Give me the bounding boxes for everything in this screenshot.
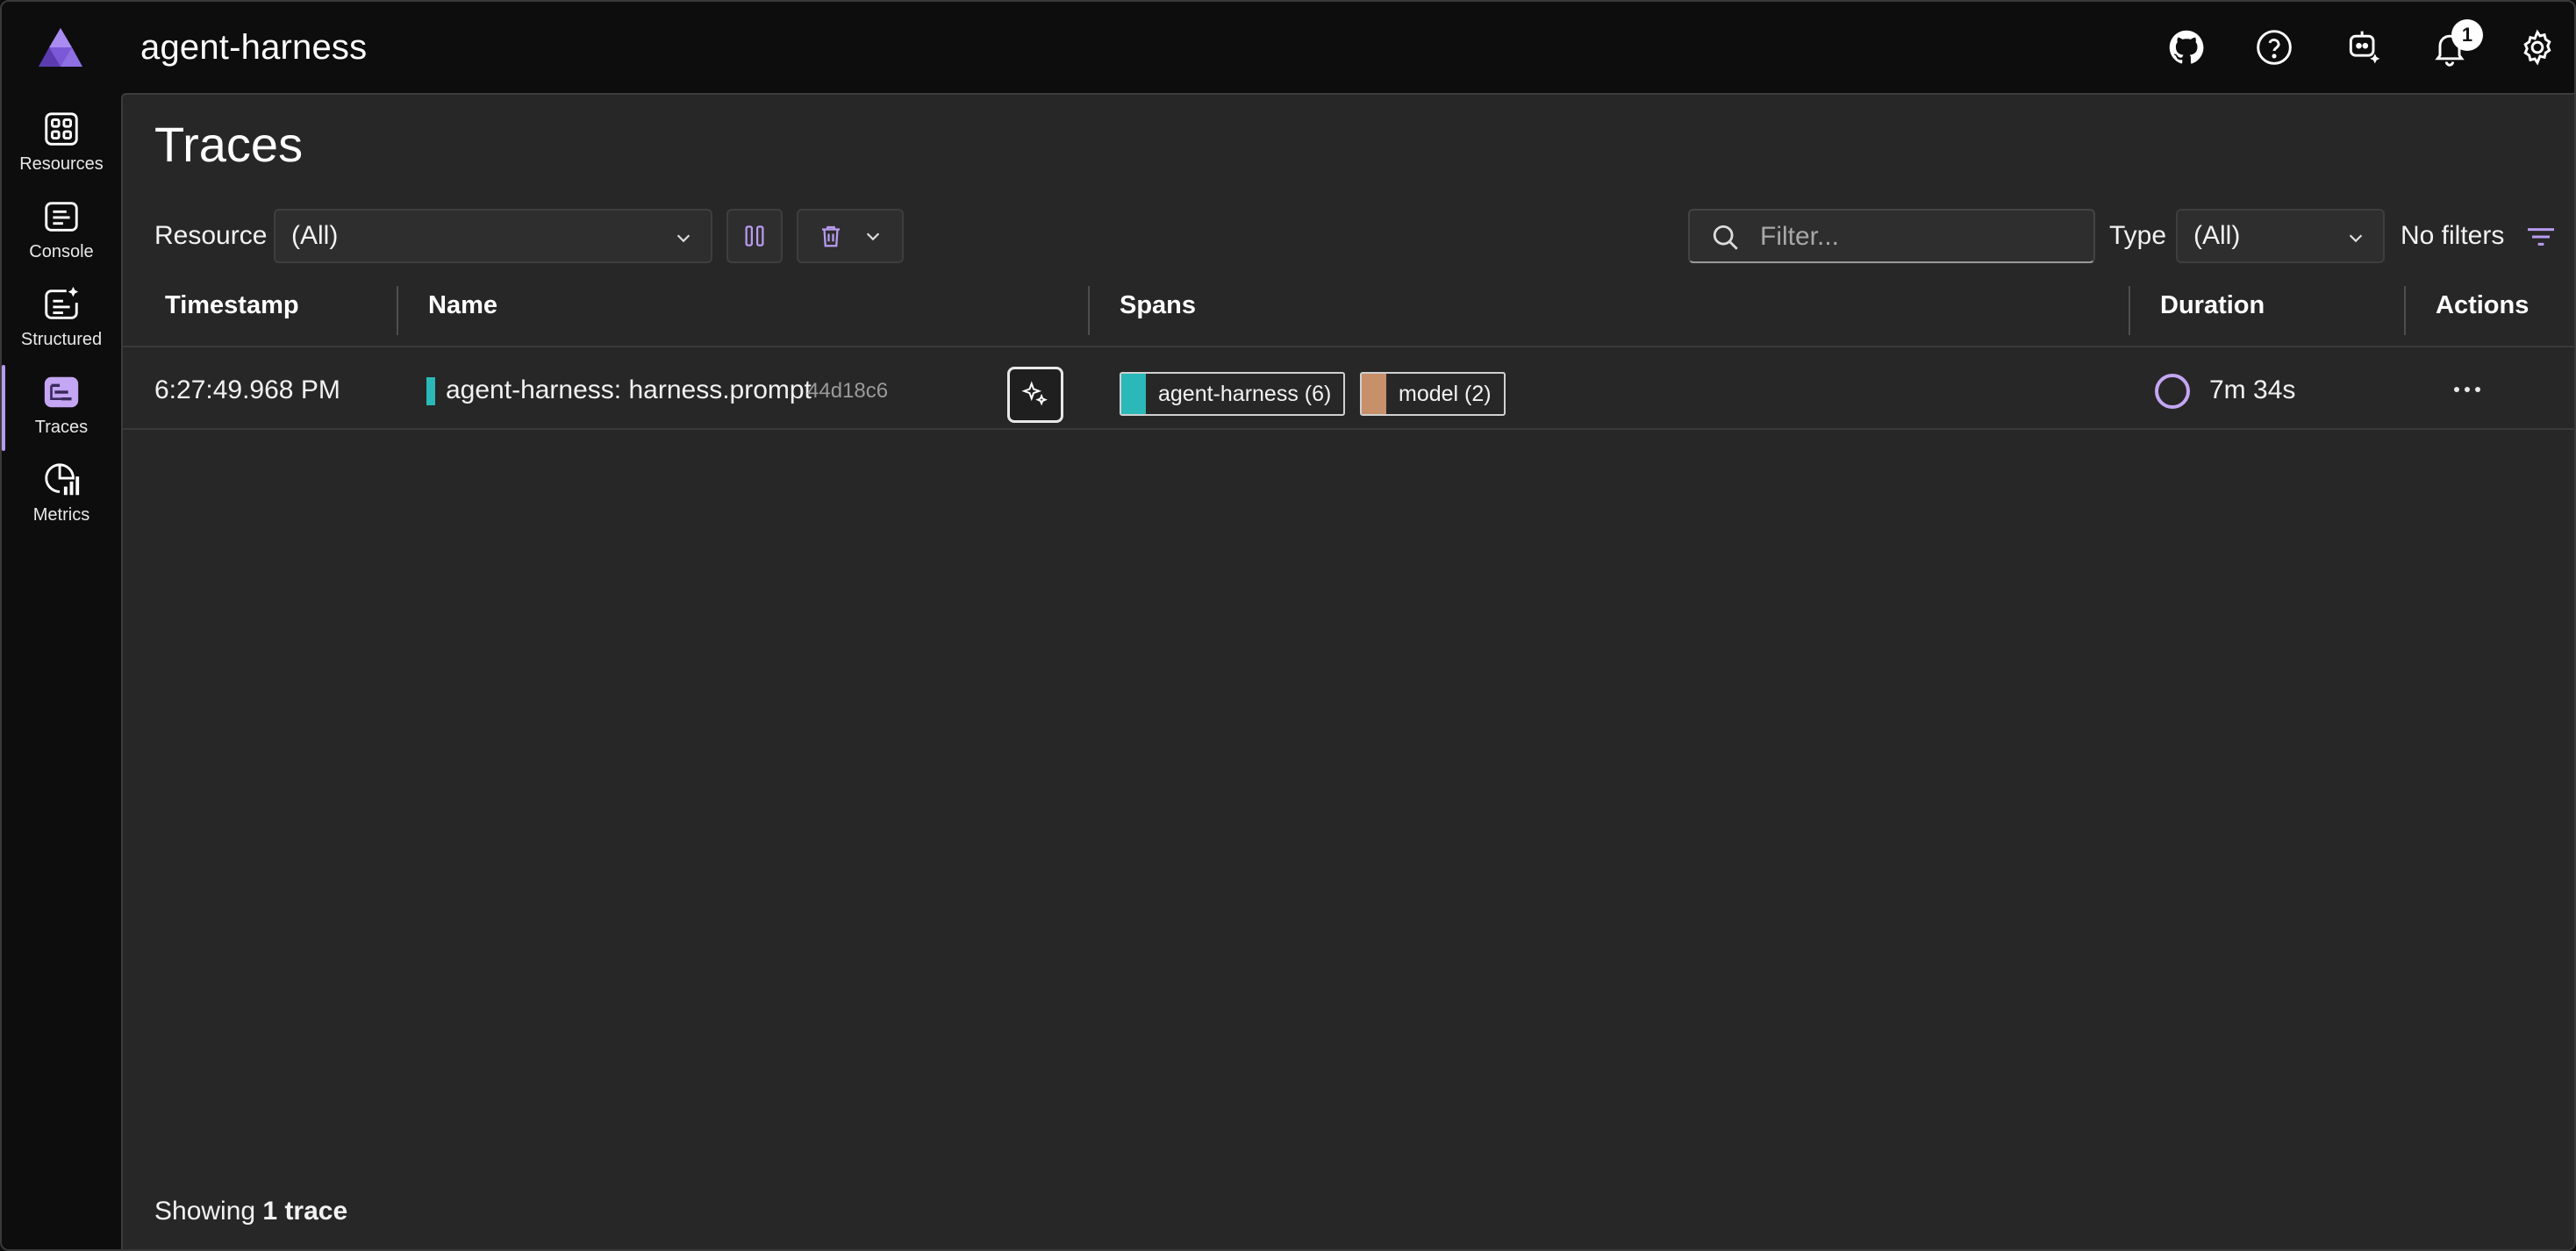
resource-color-bar — [426, 377, 435, 405]
filter-lines-icon[interactable] — [2523, 219, 2558, 254]
genai-explain-button[interactable] — [1007, 367, 1063, 423]
type-select[interactable]: (All) — [2176, 209, 2385, 263]
column-resize-handle[interactable] — [397, 286, 398, 335]
resource-select-value: (All) — [291, 221, 339, 250]
span-color-swatch — [1362, 374, 1386, 414]
column-header-name[interactable]: Name — [428, 291, 497, 320]
column-header-actions: Actions — [2436, 291, 2529, 319]
remove-data-button[interactable] — [797, 209, 904, 263]
traces-icon — [44, 376, 79, 408]
resource-label: Resource — [154, 221, 268, 250]
column-header-timestamp[interactable]: Timestamp — [165, 291, 299, 320]
sidebar-item-resources[interactable]: Resources — [2, 105, 121, 189]
copilot-icon[interactable] — [2339, 23, 2388, 72]
settings-gear-icon[interactable] — [2513, 23, 2562, 72]
page-title: Traces — [154, 117, 304, 172]
help-icon[interactable] — [2250, 23, 2299, 72]
sidebar-item-traces[interactable]: Traces — [2, 365, 121, 453]
trash-icon — [822, 225, 840, 247]
column-resize-handle[interactable] — [2129, 286, 2130, 335]
trace-duration: 7m 34s — [2209, 375, 2296, 404]
column-header-duration[interactable]: Duration — [2160, 291, 2265, 320]
sidebar-item-structured[interactable]: Structured — [2, 281, 121, 365]
in-progress-ring-icon — [2155, 374, 2190, 409]
filter-search[interactable] — [1688, 209, 2095, 263]
sidebar-item-console[interactable]: Console — [2, 193, 121, 277]
pause-icon — [745, 225, 764, 247]
sidebar-item-label: Metrics — [32, 505, 90, 525]
notification-bell-icon[interactable]: 1 — [2425, 19, 2483, 72]
column-resize-handle[interactable] — [2404, 286, 2406, 335]
span-chip-model[interactable]: model (2) — [1360, 372, 1506, 416]
app-window: agent-harness 1 Resources Console Struct… — [0, 0, 2576, 1251]
aspire-logo-icon[interactable] — [37, 26, 84, 68]
traces-grid-header: Timestamp Name Spans Duration Actions — [123, 274, 2574, 347]
summary-prefix: Showing — [154, 1197, 256, 1226]
sidebar-item-label: Structured — [20, 330, 103, 349]
chevron-down-icon — [676, 234, 691, 243]
console-icon — [45, 202, 78, 232]
sidebar-item-label: Traces — [34, 418, 89, 437]
span-chip-label: agent-harness (6) — [1158, 381, 1332, 406]
filters-status-label: No filters — [2401, 221, 2505, 250]
github-icon[interactable] — [2162, 23, 2211, 72]
sidebar-item-label: Resources — [19, 154, 104, 174]
main-panel: Traces Resource (All) Type (All) No filt… — [121, 93, 2574, 1249]
pause-button[interactable] — [726, 209, 783, 263]
trace-id: 44d18c6 — [807, 379, 889, 403]
sidebar: Resources Console Structured Traces Metr… — [2, 93, 121, 1249]
span-chip-agent-harness[interactable]: agent-harness (6) — [1120, 372, 1346, 416]
app-title: agent-harness — [140, 28, 368, 67]
chevron-down-icon — [2349, 234, 2363, 243]
trace-timestamp: 6:27:49.968 PM — [154, 375, 340, 404]
row-actions-button[interactable] — [2443, 368, 2492, 411]
filter-input[interactable] — [1760, 219, 2076, 254]
more-horizontal-icon — [2454, 387, 2480, 392]
sparkle-icon — [1021, 381, 1048, 406]
column-header-spans[interactable]: Spans — [1120, 291, 1196, 320]
type-select-value: (All) — [2193, 221, 2241, 250]
column-resize-handle[interactable] — [1088, 286, 1090, 335]
span-chip-label: model (2) — [1399, 381, 1492, 406]
summary-count: 1 trace — [262, 1197, 348, 1226]
chevron-down-icon — [866, 232, 880, 241]
trace-count-summary: Showing 1 trace — [154, 1197, 347, 1226]
top-bar: agent-harness 1 — [2, 2, 2574, 93]
structured-logs-icon — [45, 286, 79, 319]
sidebar-item-label: Console — [29, 242, 94, 261]
trace-name-link[interactable]: agent-harness: harness.prompt — [446, 375, 812, 405]
span-color-swatch — [1121, 374, 1146, 414]
type-label: Type — [2109, 221, 2167, 250]
sidebar-item-metrics[interactable]: Metrics — [2, 456, 121, 540]
resources-grid-icon — [45, 112, 78, 146]
resource-select[interactable]: (All) — [274, 209, 712, 263]
metrics-icon — [45, 463, 80, 496]
search-icon — [1713, 225, 1738, 250]
table-row[interactable]: 6:27:49.968 PM agent-harness: harness.pr… — [123, 349, 2574, 430]
notification-count-badge: 1 — [2451, 19, 2483, 51]
